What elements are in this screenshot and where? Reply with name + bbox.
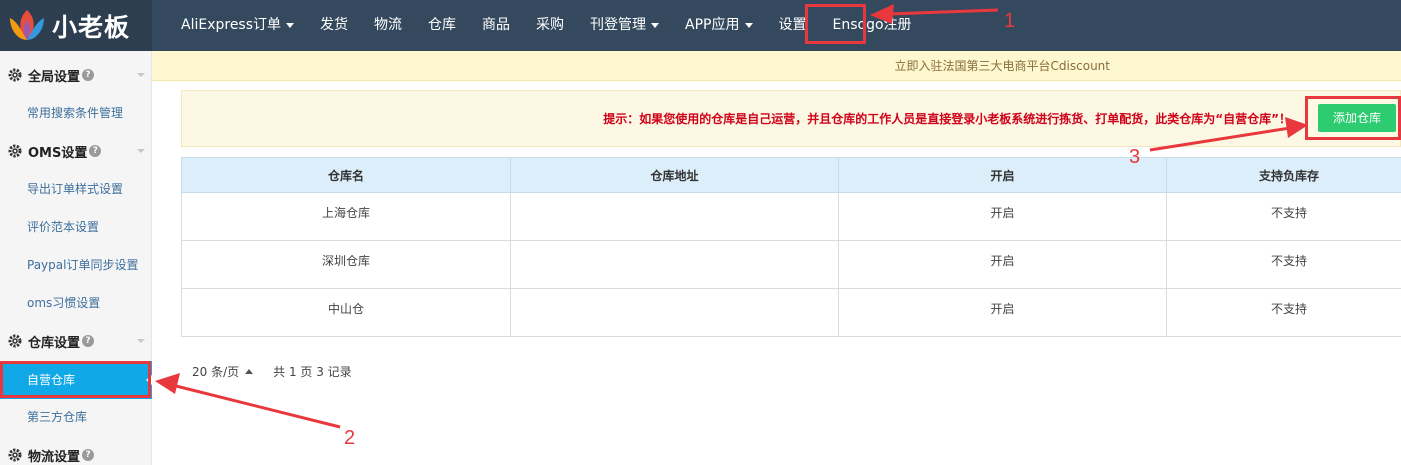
column-header-negative-stock[interactable]: 支持负库存 — [1166, 157, 1401, 193]
sidebar-group-oms[interactable]: OMS设置 ? — [0, 132, 152, 170]
nav-label: 仓库 — [428, 17, 457, 33]
tip-box: 提示：如果您使用的仓库是自己运营，并且仓库的工作人员是直接登录小老板系统进行拣货… — [181, 90, 1401, 147]
caret-down-icon — [651, 22, 660, 28]
sidebar-group-label: OMS设置 — [28, 145, 88, 161]
cell-enabled: 开启 — [838, 240, 1167, 289]
promo-notice-bar: 立即入驻法国第三大电商平台Cdiscount — [152, 51, 1401, 81]
sidebar-group-logistics[interactable]: 物流设置 ? — [0, 436, 152, 465]
nav-purchase[interactable]: 采购 — [523, 0, 577, 51]
nav-aliexpress-orders[interactable]: AliExpress订单 — [168, 0, 307, 51]
nav-label: AliExpress订单 — [181, 17, 282, 33]
help-icon[interactable]: ? — [82, 449, 95, 461]
caret-down-icon — [286, 22, 295, 28]
nav-label: APP应用 — [685, 17, 740, 33]
gear-icon — [8, 334, 22, 348]
sidebar-item-paypal-sync[interactable]: Paypal订单同步设置 — [0, 246, 152, 284]
tip-text: 提示：如果您使用的仓库是自己运营，并且仓库的工作人员是直接登录小老板系统进行拣货… — [603, 112, 1291, 126]
annotation-arrow-2 — [155, 373, 341, 429]
caret-up-icon[interactable] — [245, 369, 254, 374]
sidebar-item-review-template[interactable]: 评价范本设置 — [0, 208, 152, 246]
annotation-number-1: 1 — [1004, 10, 1016, 32]
cell-negative-stock: 不支持 — [1166, 240, 1401, 289]
logo-text: 小老板 — [52, 12, 131, 42]
top-navbar: 小老板 AliExpress订单 发货 物流 仓库 商品 采购 刊登管理 APP… — [0, 0, 1401, 51]
column-header-enabled[interactable]: 开启 — [838, 157, 1167, 193]
annotation-box-add-button — [1305, 96, 1401, 140]
chevron-down-icon — [137, 73, 145, 77]
sidebar-group-label: 物流设置 — [28, 449, 81, 465]
sidebar: 全局设置 ? 常用搜索条件管理 OMS设置 ? 导出订单样式设置 评价范本设置 … — [0, 51, 152, 465]
cell-negative-stock: 不支持 — [1166, 192, 1401, 241]
page-summary: 共 1 页 3 记录 — [273, 365, 352, 379]
chevron-down-icon — [137, 149, 145, 153]
nav-label: 物流 — [374, 17, 403, 33]
nav-label: 设置 — [778, 17, 807, 33]
cell-negative-stock: 不支持 — [1166, 288, 1401, 337]
nav-listing-management[interactable]: 刊登管理 — [577, 0, 672, 51]
chevron-down-icon — [137, 339, 145, 343]
cell-warehouse-name: 深圳仓库 — [181, 240, 511, 289]
column-header-address[interactable]: 仓库地址 — [510, 157, 839, 193]
gear-icon — [8, 68, 22, 82]
lotus-logo-icon — [10, 9, 44, 40]
sidebar-item-oms-habit[interactable]: oms习惯设置 — [0, 284, 152, 322]
table-row[interactable]: 中山仓 开启 不支持 — [181, 288, 1401, 337]
cell-warehouse-name: 上海仓库 — [181, 192, 511, 241]
warehouse-table: 仓库名 仓库地址 开启 支持负库存 上海仓库 开启 不支持 深圳仓库 开启 不支… — [181, 157, 1401, 337]
nav-label: 商品 — [482, 17, 511, 33]
nav-warehouse[interactable]: 仓库 — [415, 0, 469, 51]
nav-shipping[interactable]: 发货 — [307, 0, 361, 51]
nav-logistics[interactable]: 物流 — [361, 0, 415, 51]
cell-warehouse-name: 中山仓 — [181, 288, 511, 337]
nav-label: 发货 — [320, 17, 349, 33]
table-row[interactable]: 上海仓库 开启 不支持 — [181, 192, 1401, 241]
help-icon[interactable]: ? — [82, 69, 95, 81]
caret-down-icon — [744, 22, 753, 28]
annotation-number-3: 3 — [1129, 146, 1141, 168]
gear-icon — [8, 144, 22, 158]
nav-label: 刊登管理 — [590, 17, 647, 33]
pagination: 20 条/页 共 1 页 3 记录 — [192, 363, 352, 380]
annotation-box-self-warehouse — [0, 361, 151, 398]
sidebar-group-warehouse[interactable]: 仓库设置 ? — [0, 322, 152, 360]
table-row[interactable]: 深圳仓库 开启 不支持 — [181, 240, 1401, 289]
sidebar-group-label: 仓库设置 — [28, 335, 81, 351]
page-size-select[interactable]: 20 条/页 — [192, 363, 239, 380]
cell-warehouse-address — [510, 240, 839, 289]
cell-warehouse-address — [510, 288, 839, 337]
nav-label: 采购 — [536, 17, 565, 33]
annotation-number-2: 2 — [344, 427, 356, 449]
annotation-box-settings — [805, 4, 866, 44]
help-icon[interactable]: ? — [82, 335, 95, 347]
gear-icon — [8, 448, 22, 462]
sidebar-item-search-conditions[interactable]: 常用搜索条件管理 — [0, 94, 152, 132]
app-logo[interactable]: 小老板 — [0, 0, 152, 51]
cell-warehouse-address — [510, 192, 839, 241]
sidebar-group-global[interactable]: 全局设置 ? — [0, 56, 152, 94]
sidebar-item-export-style[interactable]: 导出订单样式设置 — [0, 170, 152, 208]
nav-app[interactable]: APP应用 — [672, 0, 765, 51]
table-header-row: 仓库名 仓库地址 开启 支持负库存 — [181, 157, 1401, 193]
nav-products[interactable]: 商品 — [469, 0, 523, 51]
cell-enabled: 开启 — [838, 288, 1167, 337]
cell-enabled: 开启 — [838, 192, 1167, 241]
sidebar-item-third-party-warehouse[interactable]: 第三方仓库 — [0, 398, 152, 436]
promo-notice-link[interactable]: 立即入驻法国第三大电商平台Cdiscount — [895, 59, 1110, 73]
sidebar-group-label: 全局设置 — [28, 69, 81, 85]
column-header-name[interactable]: 仓库名 — [181, 157, 511, 193]
help-icon[interactable]: ? — [89, 145, 102, 157]
